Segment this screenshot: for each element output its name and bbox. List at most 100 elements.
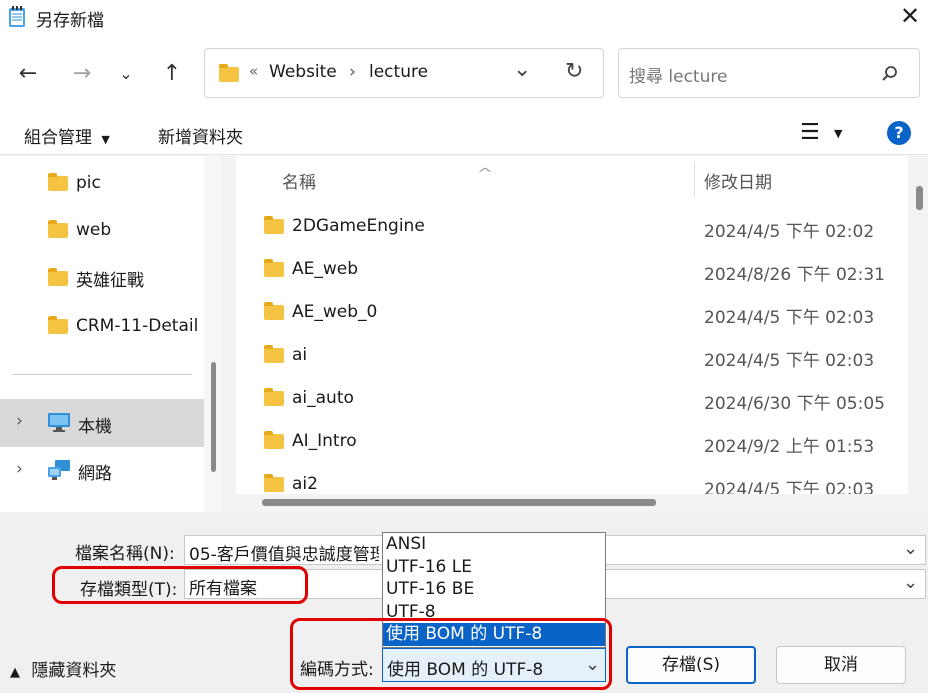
window-title: 另存新檔 (36, 11, 104, 31)
sidebar-item-label: web (76, 220, 112, 240)
file-name: 2DGameEngine (292, 216, 425, 236)
file-date: 2024/4/5 下午 02:03 (704, 308, 875, 328)
chevron-up-icon: ▲ (10, 665, 20, 680)
sidebar-item-label: 本機 (78, 417, 112, 437)
file-list-horizontal-scrollbar[interactable] (236, 494, 908, 512)
organize-label: 組合管理 (24, 128, 92, 148)
column-header-date[interactable]: 修改日期 (704, 168, 772, 193)
file-row[interactable]: AE_web 2024/8/26 下午 02:31 (236, 251, 908, 291)
file-date: 2024/8/26 下午 02:31 (704, 265, 885, 285)
address-dropdown-icon[interactable]: ⌄ (513, 57, 531, 82)
sidebar-item-pic[interactable]: pic (48, 168, 101, 198)
sidebar-item-network[interactable]: › 網路 (0, 449, 204, 491)
chevron-right-icon[interactable]: › (16, 459, 23, 479)
folder-icon (48, 315, 68, 334)
address-bar[interactable]: « Website › lecture ⌄ ↻ (204, 48, 604, 98)
vertical-scroll-thumb[interactable] (916, 186, 923, 210)
search-icon[interactable] (881, 65, 899, 83)
chevron-down-icon[interactable]: ⌄ (108, 56, 144, 92)
sidebar-scrollbar[interactable] (204, 156, 222, 512)
command-toolbar: 組合管理 ▼ 新增資料夾 ☰ ▼ ? (0, 114, 928, 155)
forward-arrow-icon[interactable]: → (64, 56, 100, 92)
folder-icon (264, 344, 284, 363)
encoding-option-ansi[interactable]: ANSI (383, 533, 605, 556)
save-button[interactable]: 存檔(S) (626, 646, 756, 684)
folder-icon (264, 215, 284, 234)
file-name: AI_Intro (292, 431, 357, 451)
folder-icon (219, 64, 239, 82)
chevron-down-icon[interactable]: ⌄ (903, 572, 918, 593)
search-input[interactable]: 搜尋 lecture (629, 62, 727, 87)
breadcrumb-lecture[interactable]: lecture (369, 62, 428, 82)
sort-ascending-icon: ︿ (479, 160, 492, 174)
network-icon (48, 460, 70, 480)
sidebar-item-this-pc[interactable]: › 本機 (0, 399, 204, 447)
sidebar-scroll-thumb[interactable] (211, 362, 216, 472)
sidebar-item-hero[interactable]: 英雄征戰 (48, 263, 144, 293)
file-name: ai2 (292, 474, 318, 494)
file-row[interactable]: ai2 2024/4/5 下午 02:03 (236, 466, 908, 494)
file-date: 2024/9/2 上午 01:53 (704, 437, 875, 457)
file-date: 2024/6/30 下午 05:05 (704, 394, 885, 414)
highlight-annotation-encoding (290, 618, 612, 690)
breadcrumb-website[interactable]: Website (269, 62, 337, 82)
breadcrumb-separator-icon: › (349, 62, 356, 82)
file-date: 2024/4/5 下午 02:03 (704, 351, 875, 371)
folder-icon (264, 301, 284, 320)
view-list-icon[interactable]: ☰ (800, 120, 820, 145)
search-box[interactable]: 搜尋 lecture (618, 48, 920, 98)
encoding-option-utf16be[interactable]: UTF-16 BE (383, 578, 605, 601)
file-list: ︿ 名稱 修改日期 2DGameEngine 2024/4/5 下午 02:02… (236, 156, 908, 512)
filename-input[interactable]: 05-客戶價值與忠誠度管理 (189, 540, 379, 565)
sidebar-item-crm[interactable]: CRM-11-Detail (48, 311, 198, 341)
file-date: 2024/4/5 下午 02:03 (704, 480, 875, 494)
sidebar-item-web[interactable]: web (48, 215, 111, 245)
hide-folders-toggle[interactable]: ▲ 隱藏資料夾 (10, 656, 116, 681)
refresh-icon[interactable]: ↻ (565, 59, 583, 84)
file-row[interactable]: ai 2024/4/5 下午 02:03 (236, 337, 908, 377)
organize-menu[interactable]: 組合管理 ▼ (24, 123, 110, 148)
caret-down-icon: ▼ (101, 133, 110, 146)
up-arrow-icon[interactable]: ↑ (154, 56, 190, 92)
filename-label: 檔案名稱(N): (75, 544, 175, 564)
file-name: ai_auto (292, 388, 354, 408)
chevron-right-icon[interactable]: › (16, 411, 23, 431)
file-row[interactable]: ai_auto 2024/6/30 下午 05:05 (236, 380, 908, 420)
folder-icon (48, 267, 68, 286)
chevron-down-icon[interactable]: ⌄ (903, 538, 918, 559)
horizontal-scroll-thumb[interactable] (262, 499, 656, 506)
folder-icon (264, 387, 284, 406)
hide-folders-label: 隱藏資料夾 (31, 661, 117, 681)
help-icon[interactable]: ? (887, 121, 911, 145)
file-row[interactable]: AI_Intro 2024/9/2 上午 01:53 (236, 423, 908, 463)
folder-icon (264, 430, 284, 449)
cancel-button[interactable]: 取消 (776, 646, 906, 684)
file-name: AE_web_0 (292, 302, 378, 322)
column-divider (694, 162, 695, 196)
sidebar-item-label: 網路 (78, 464, 112, 484)
view-dropdown-icon[interactable]: ▼ (834, 127, 842, 140)
column-header-name[interactable]: 名稱 (282, 168, 316, 193)
back-arrow-icon[interactable]: ← (10, 56, 46, 92)
computer-icon (48, 413, 70, 432)
file-list-vertical-scrollbar[interactable] (910, 156, 928, 512)
file-row[interactable]: AE_web_0 2024/4/5 下午 02:03 (236, 294, 908, 334)
file-date: 2024/4/5 下午 02:02 (704, 222, 875, 242)
folder-icon (264, 258, 284, 277)
file-name: AE_web (292, 259, 359, 279)
navigation-pane: pic web 英雄征戰 CRM-11-Detail › 本機 › 網路 (0, 156, 222, 512)
file-row[interactable]: 2DGameEngine 2024/4/5 下午 02:02 (236, 208, 908, 248)
highlight-annotation-filetype (52, 566, 308, 604)
folder-icon (48, 219, 68, 238)
notepad-icon (9, 6, 25, 27)
folder-icon (48, 172, 68, 191)
file-name: ai (292, 345, 308, 365)
sidebar-divider (12, 374, 192, 375)
sidebar-item-label: 英雄征戰 (76, 270, 144, 291)
sidebar-item-label: CRM-11-Detail (76, 316, 199, 336)
encoding-option-utf16le[interactable]: UTF-16 LE (383, 556, 605, 579)
title-bar: 另存新檔 ✕ (0, 0, 928, 34)
close-icon[interactable]: ✕ (896, 2, 924, 30)
breadcrumb-overflow[interactable]: « (249, 62, 258, 80)
new-folder-button[interactable]: 新增資料夾 (158, 123, 243, 148)
